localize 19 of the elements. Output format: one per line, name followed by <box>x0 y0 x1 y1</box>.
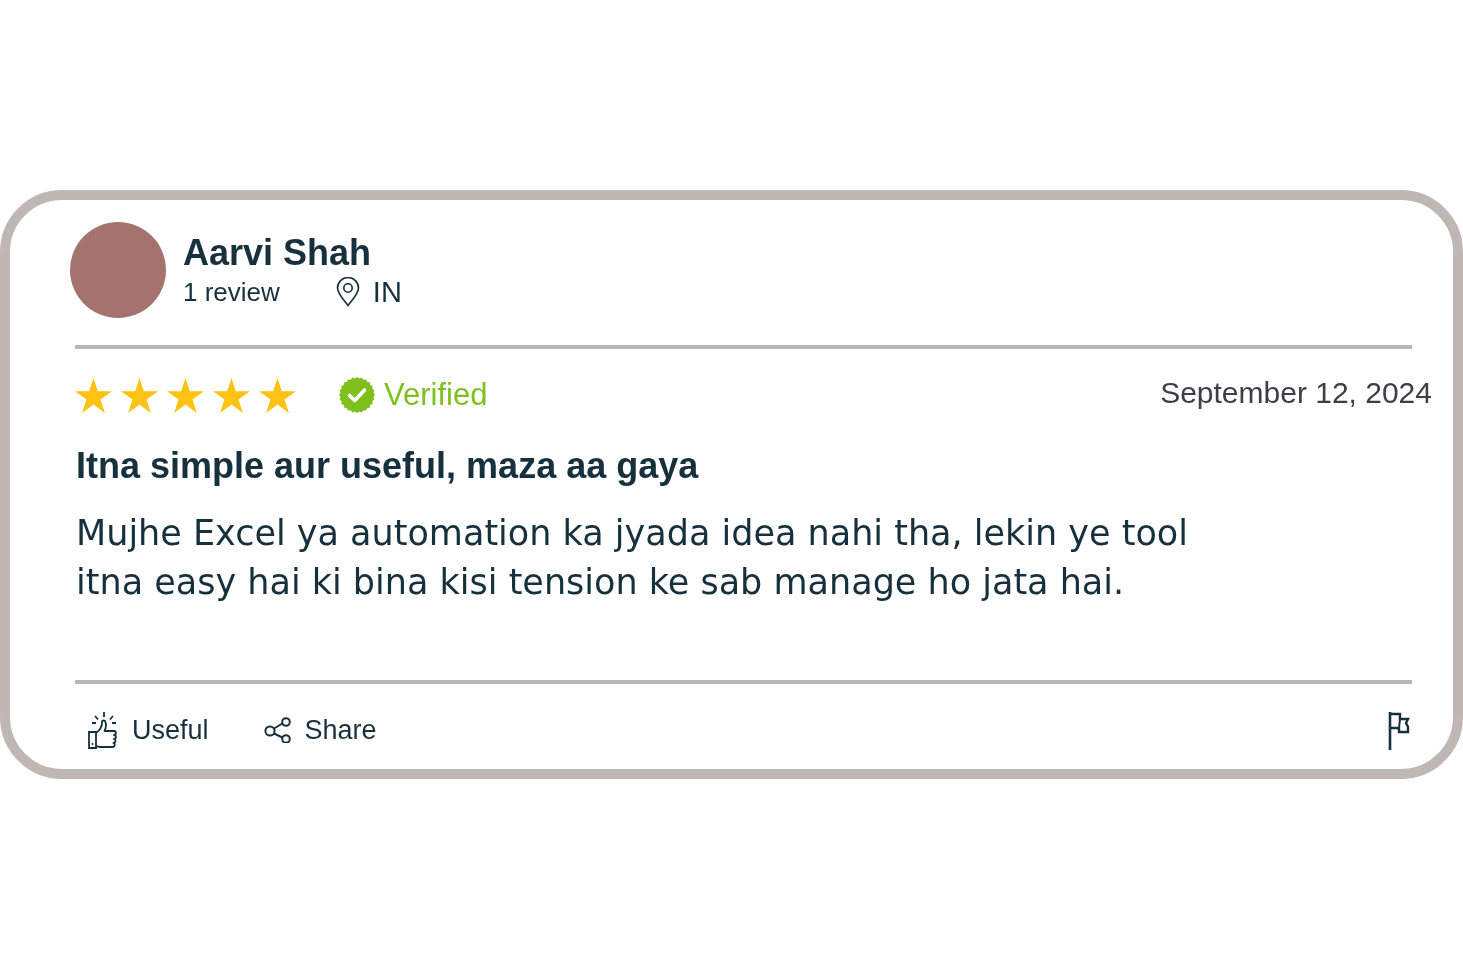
verified-label: Verified <box>384 377 488 413</box>
share-button[interactable]: Share <box>263 713 377 747</box>
star-icon <box>75 377 112 413</box>
star-icon <box>259 377 296 413</box>
location-text: IN <box>372 276 402 308</box>
review-text: Mujhe Excel ya automation ka jyada idea nahi tha, lekin ye tool itna easy hai ki bina kisi tension ke sab manage ho jata hai. <box>76 512 1189 604</box>
flag-icon <box>1388 711 1410 751</box>
star-icon <box>167 377 204 413</box>
thumbs-up-icon <box>87 711 119 749</box>
location-pin-icon <box>335 277 360 307</box>
share-icon <box>263 717 292 743</box>
review-date: September 12, 2024 <box>1160 376 1432 410</box>
useful-button[interactable]: Useful <box>87 711 209 749</box>
report-button[interactable] <box>1388 711 1410 751</box>
review-title: Itna simple aur useful, maza aa gaya <box>76 445 700 487</box>
star-icon <box>121 377 158 413</box>
review-count: 1 review <box>183 276 280 308</box>
reviewer-name: Aarvi Shah <box>183 232 373 274</box>
star-icon <box>213 377 250 413</box>
